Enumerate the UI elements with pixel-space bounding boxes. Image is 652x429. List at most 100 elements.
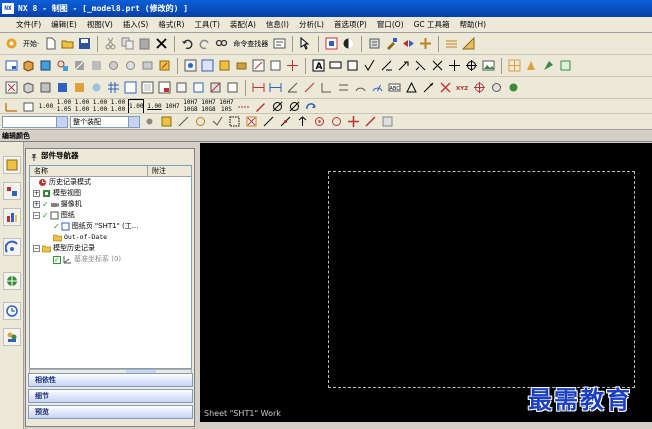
projected-view-icon[interactable] bbox=[38, 58, 53, 73]
abc-text-icon[interactable]: ABC bbox=[387, 80, 402, 95]
linear-dimension-icon[interactable] bbox=[268, 80, 283, 95]
ordinate-dimension-icon[interactable] bbox=[319, 80, 334, 95]
save-icon[interactable] bbox=[77, 36, 92, 51]
pmi-icon[interactable] bbox=[541, 58, 556, 73]
center-line-icon[interactable] bbox=[464, 58, 479, 73]
hatch-boundary-icon[interactable] bbox=[191, 80, 206, 95]
note-icon[interactable]: A bbox=[311, 58, 326, 73]
follow-icon[interactable] bbox=[210, 114, 225, 129]
center-mark-icon[interactable] bbox=[285, 58, 300, 73]
leader-icon[interactable] bbox=[421, 80, 436, 95]
grid-icon[interactable] bbox=[106, 80, 121, 95]
dimension-format-9[interactable]: 10H7 10G8 bbox=[200, 99, 216, 113]
snap-end-icon[interactable] bbox=[176, 114, 191, 129]
type-filter-dropdown[interactable] bbox=[2, 115, 68, 128]
layer-icon[interactable] bbox=[367, 36, 382, 51]
column-name[interactable]: 名称 bbox=[30, 166, 148, 176]
open-folder-icon[interactable] bbox=[60, 36, 75, 51]
section-line-icon[interactable] bbox=[208, 80, 223, 95]
snap-on-curve-icon[interactable] bbox=[363, 114, 378, 129]
history-icon[interactable] bbox=[3, 302, 21, 320]
xyz-coordinate-icon[interactable]: XYZ bbox=[455, 80, 470, 95]
menu-analysis[interactable]: 分析(L) bbox=[294, 17, 329, 33]
tree-row-history-mode[interactable]: 历史记录模式 bbox=[30, 177, 191, 188]
fit-view-icon[interactable] bbox=[324, 36, 339, 51]
new-file-icon[interactable] bbox=[43, 36, 58, 51]
cross-hatch-icon[interactable] bbox=[430, 58, 445, 73]
menu-edit[interactable]: 编辑(E) bbox=[46, 17, 82, 33]
datum-feature-icon[interactable] bbox=[345, 58, 360, 73]
rectangle-select-icon[interactable] bbox=[227, 114, 242, 129]
menu-tools[interactable]: 工具(T) bbox=[189, 17, 224, 33]
view-boundary-icon[interactable] bbox=[200, 58, 215, 73]
angular-dimension-icon[interactable] bbox=[285, 80, 300, 95]
web-browser-icon[interactable] bbox=[3, 272, 21, 290]
broken-view-icon[interactable] bbox=[123, 58, 138, 73]
start-button[interactable]: 开始· bbox=[21, 39, 41, 49]
menu-insert[interactable]: 插入(S) bbox=[118, 17, 154, 33]
layout-icon[interactable] bbox=[123, 80, 138, 95]
checkbox-icon[interactable]: ✓ bbox=[53, 255, 61, 264]
diameter-alt-icon[interactable] bbox=[287, 99, 302, 113]
diameter-icon[interactable] bbox=[270, 99, 285, 113]
copy-icon[interactable] bbox=[120, 36, 135, 51]
dimension-format-10[interactable]: 10H7 10S bbox=[218, 99, 234, 113]
base-view-icon[interactable] bbox=[21, 58, 36, 73]
feature-control-icon[interactable] bbox=[328, 58, 343, 73]
shaded-view-icon[interactable] bbox=[55, 80, 70, 95]
snap-point-icon[interactable] bbox=[244, 114, 259, 129]
weld-symbol-icon[interactable] bbox=[379, 58, 394, 73]
dimension-format-6[interactable]: 1.00 bbox=[146, 99, 162, 113]
dimension-format-1[interactable]: 1.00 1.05 bbox=[56, 99, 72, 113]
model-view-icon[interactable] bbox=[21, 80, 36, 95]
border-icon[interactable] bbox=[140, 80, 155, 95]
tree-row-cameras[interactable]: + ✓ 摄像机 bbox=[30, 199, 191, 210]
section-view-icon[interactable] bbox=[72, 58, 87, 73]
align-view-icon[interactable] bbox=[234, 58, 249, 73]
tree-row-drawing[interactable]: − ✓ 图纸 bbox=[30, 210, 191, 221]
drafting-view-icon[interactable] bbox=[4, 80, 19, 95]
tree-row-model-views[interactable]: + 模型视图 bbox=[30, 188, 191, 199]
view-style-icon[interactable] bbox=[157, 58, 172, 73]
snap-on-surface-icon[interactable] bbox=[380, 114, 395, 129]
tree-row-sheet-sht1[interactable]: ✓ 图纸页 "SHT1" (工... bbox=[30, 221, 191, 232]
half-section-icon[interactable] bbox=[89, 58, 104, 73]
dimension-format-8[interactable]: 10H7 10G8 bbox=[182, 99, 198, 113]
panel-preview[interactable]: 预览 bbox=[28, 405, 193, 419]
snap-settings-icon[interactable] bbox=[159, 114, 174, 129]
symbol-arrow-icon[interactable] bbox=[413, 58, 428, 73]
sketch-icon[interactable] bbox=[225, 80, 240, 95]
symbol-icon[interactable] bbox=[89, 80, 104, 95]
line-width-icon[interactable] bbox=[444, 36, 459, 51]
expand-icon[interactable]: + bbox=[33, 190, 40, 197]
collapse-icon[interactable]: − bbox=[33, 245, 40, 252]
dimension-format-5[interactable]: 1.00 bbox=[128, 99, 145, 113]
collapse-icon[interactable]: − bbox=[33, 212, 40, 219]
checkmark-icon[interactable]: ✓ bbox=[42, 199, 49, 210]
selection-intent-icon[interactable] bbox=[193, 114, 208, 129]
checkmark-icon[interactable]: ✓ bbox=[53, 221, 60, 232]
menu-file[interactable]: 文件(F) bbox=[4, 17, 46, 33]
intersection-symbol-icon[interactable] bbox=[438, 80, 453, 95]
arc-length-icon[interactable] bbox=[353, 80, 368, 95]
menu-information[interactable]: 信息(I) bbox=[261, 17, 294, 33]
sheet-icon[interactable] bbox=[272, 36, 287, 51]
menu-assemblies[interactable]: 装配(A) bbox=[225, 17, 261, 33]
pencil-icon[interactable] bbox=[253, 99, 268, 113]
dimension-format-0[interactable]: 1.00 bbox=[38, 99, 54, 113]
hidden-line-icon[interactable] bbox=[268, 58, 283, 73]
checkmark-icon[interactable]: ✓ bbox=[42, 210, 49, 221]
offset-center-icon[interactable] bbox=[472, 80, 487, 95]
pin-icon[interactable] bbox=[30, 152, 38, 161]
move-icon[interactable] bbox=[418, 36, 433, 51]
ruler-icon[interactable] bbox=[461, 36, 476, 51]
menu-gc-toolkit[interactable]: GC 工具箱 bbox=[409, 17, 455, 33]
dimension-format-7[interactable]: 10H7 bbox=[164, 99, 180, 113]
title-block-icon[interactable] bbox=[157, 80, 172, 95]
rapid-dimension-icon[interactable] bbox=[251, 80, 266, 95]
dimension-format-4[interactable]: 1.00 1.00 bbox=[110, 99, 126, 113]
drawing-sheet-border[interactable] bbox=[328, 171, 635, 388]
tree-row-model-history[interactable]: − 模型历史记录 bbox=[30, 243, 191, 254]
command-finder-button[interactable]: 命令查找器 bbox=[231, 39, 270, 49]
dimension-format-3[interactable]: 1.00 1.00 bbox=[92, 99, 108, 113]
